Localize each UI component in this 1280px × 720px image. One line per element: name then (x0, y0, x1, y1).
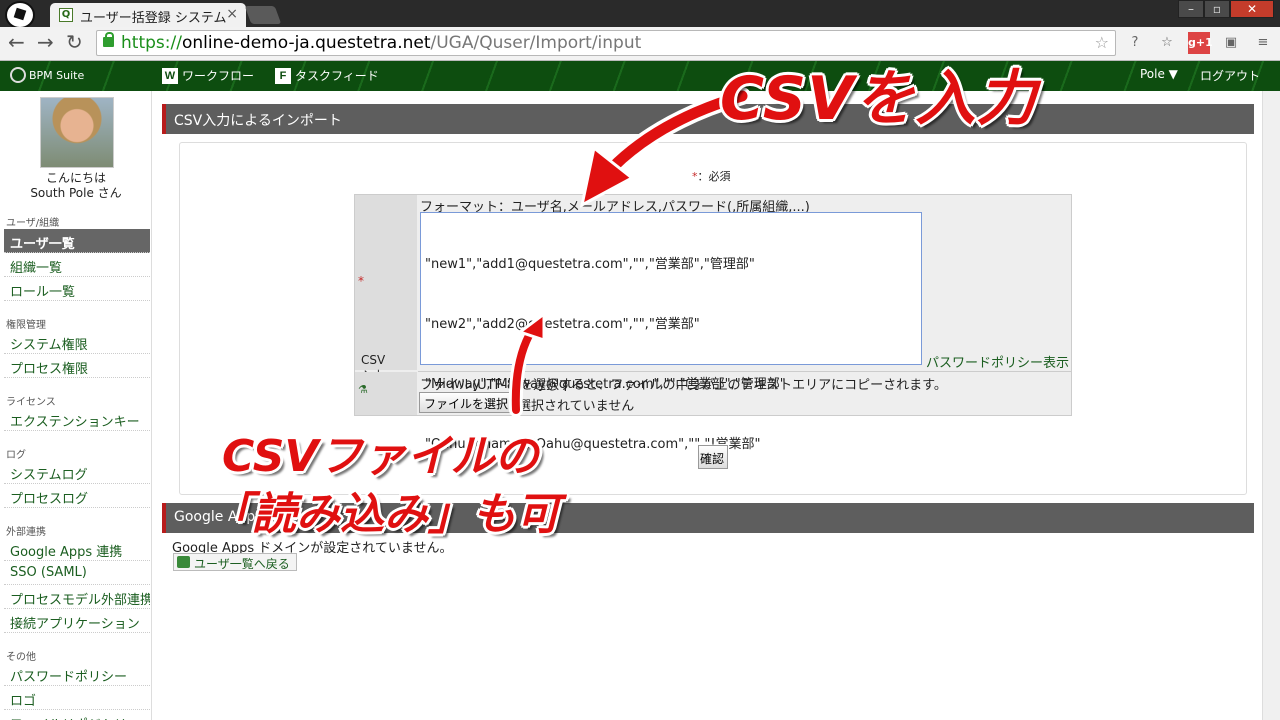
lock-icon (103, 32, 114, 47)
section-permissions: 権限管理 (6, 320, 46, 331)
back-to-user-list-button[interactable]: ユーザ一覧へ戻る (173, 553, 297, 571)
logout-link[interactable]: ログアウト (1200, 67, 1260, 84)
csv-textarea[interactable]: "new1","add1@questetra.com","","営業部","管理… (420, 212, 922, 452)
sidebar-item-connected-apps[interactable]: 接続アプリケーション (4, 609, 150, 633)
callout-csv-input: CSVを入力 (720, 64, 1038, 134)
back-button-label: ユーザ一覧へ戻る (194, 557, 290, 571)
help-icon[interactable]: ? (1124, 32, 1146, 54)
address-toolbar: ← → ↻ https://online-demo-ja.questetra.n… (0, 27, 1280, 61)
minimize-icon[interactable]: – (1178, 0, 1204, 18)
row-divider (418, 371, 1071, 372)
nav-workflow-label: ワークフロー (182, 69, 255, 83)
sidebar-item-user-list[interactable]: ユーザ一覧 (4, 229, 150, 253)
sidebar-item-process-log[interactable]: プロセスログ (4, 484, 150, 508)
csv-label-cell: CSV入力* (355, 195, 417, 383)
password-policy-link[interactable]: パスワードポリシー表示 (926, 352, 1069, 371)
sidebar-item-file-repository[interactable]: ファイルリポジトリ (4, 710, 150, 720)
reload-icon[interactable]: ↻ (66, 32, 83, 52)
greeting-line2: South Pole さん (30, 186, 122, 200)
sidebar-item-process-permission[interactable]: プロセス権限 (4, 354, 150, 378)
csv-required-asterisk: * (358, 274, 364, 288)
confirm-button[interactable]: 確認 (698, 445, 728, 469)
workflow-icon: W (162, 67, 178, 84)
close-window-icon[interactable]: ✕ (1230, 0, 1274, 18)
sidebar-item-org-list[interactable]: 組織一覧 (4, 253, 150, 277)
nav-task-feed[interactable]: F タスクフィード (275, 67, 379, 84)
sidebar-item-google-apps[interactable]: Google Apps 連携 (4, 537, 150, 561)
menu-icon[interactable]: ≡ (1252, 32, 1274, 54)
url-host: online-demo-ja.questetra.net (181, 33, 431, 53)
section-log: ログ (6, 450, 26, 461)
bookmark-star-icon[interactable]: ☆ (1095, 33, 1109, 52)
questetra-favicon-icon: Q (59, 8, 73, 22)
sidebar-item-extension-key[interactable]: エクステンションキー (4, 407, 150, 431)
greeting: こんにちは South Pole さん (0, 171, 152, 201)
csv-line: "new1","add1@questetra.com","","営業部","管理… (425, 257, 755, 272)
new-tab-button[interactable] (244, 6, 282, 24)
page-scrollbar[interactable] (1262, 91, 1280, 720)
sidebar-item-process-model-external[interactable]: プロセスモデル外部連携 (4, 585, 150, 609)
sidebar-item-system-log[interactable]: システムログ (4, 460, 150, 484)
sidebar-item-sso[interactable]: SSO (SAML) (4, 561, 150, 585)
section-license: ライセンス (6, 397, 56, 408)
forward-arrow-icon[interactable]: → (37, 32, 54, 52)
profile-soccer-ball-icon[interactable] (5, 1, 35, 29)
back-icon (177, 556, 190, 568)
csv-line: "new2","add2@questetra.com","","営業部" (425, 317, 700, 332)
window-controls: – ▫ ✕ (1178, 0, 1274, 20)
flask-icon: ⚗ (358, 383, 368, 396)
callout-read-possible: 「読み込み」も可 (208, 489, 560, 540)
section-other: その他 (6, 652, 36, 663)
browser-tab-bar: Q ユーザー括登録 システム × – ▫ ✕ (0, 0, 1280, 29)
callout-csv-file: CSVファイルの (222, 431, 539, 482)
extension-icon[interactable]: ▣ (1220, 32, 1242, 54)
user-menu[interactable]: Pole ▼ (1140, 67, 1178, 81)
nav-workflow[interactable]: W ワークフロー (162, 67, 254, 84)
close-tab-icon[interactable]: × (226, 6, 238, 22)
bookmark-icon[interactable]: ☆ (1156, 32, 1178, 54)
section-external: 外部連携 (6, 527, 46, 538)
url-path: /UGA/Quser/Import/input (430, 33, 642, 53)
greeting-line1: こんにちは (45, 171, 106, 185)
sidebar-item-role-list[interactable]: ロール一覧 (4, 277, 150, 301)
back-arrow-icon[interactable]: ← (8, 32, 25, 52)
section-users-org: ユーザ/組織 (6, 218, 60, 229)
required-note: *：必須 (692, 168, 731, 184)
required-label: ：必須 (697, 170, 731, 183)
url-scheme: https:// (121, 33, 182, 53)
nav-feed-label: タスクフィード (295, 69, 379, 83)
sidebar: こんにちは South Pole さん ユーザ/組織 ユーザ一覧 組織一覧 ロー… (0, 91, 152, 720)
extension-icons: ? ☆ g+1 ▣ ≡ (1124, 32, 1274, 54)
file-note: ファイル(UTF-8)を選択すると、ファイルの中身が上のテキストエリアにコピーさ… (420, 378, 947, 393)
tab-title: ユーザー括登録 システム (80, 11, 227, 26)
bpm-logo-icon (10, 67, 26, 83)
google-plus-icon[interactable]: g+1 (1188, 32, 1213, 54)
logo-text: BPM Suite (29, 68, 85, 82)
sidebar-item-password-policy[interactable]: パスワードポリシー (4, 662, 150, 686)
browser-tab[interactable]: Q ユーザー括登録 システム × (50, 3, 246, 27)
sidebar-item-logo[interactable]: ロゴ (4, 686, 150, 710)
csv-import-panel-title: CSV入力によるインポート (162, 104, 1254, 134)
bpm-logo[interactable]: BPM Suite (10, 67, 84, 83)
maximize-icon[interactable]: ▫ (1204, 0, 1230, 18)
app-header: BPM Suite W ワークフロー F タスクフィード Pole ▼ ログアウト (0, 61, 1280, 91)
avatar (40, 97, 114, 168)
choose-file-button[interactable]: ファイルを選択 (419, 392, 513, 413)
sidebar-item-system-permission[interactable]: システム権限 (4, 330, 150, 354)
no-file-selected: 選択されていません (518, 399, 635, 414)
feed-icon: F (275, 67, 291, 84)
